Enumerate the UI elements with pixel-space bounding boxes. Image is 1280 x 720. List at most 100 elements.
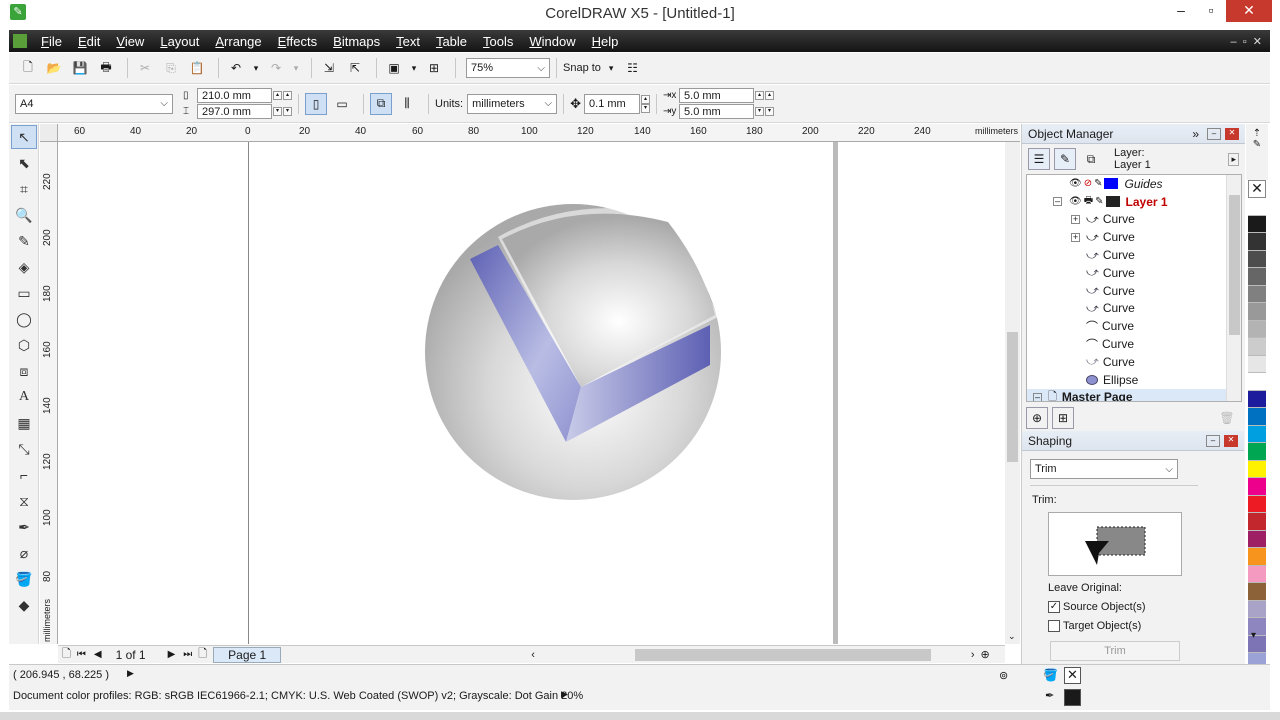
zoom-select[interactable]: 75% bbox=[466, 58, 550, 78]
palette-swatch[interactable] bbox=[1248, 600, 1266, 618]
horizontal-ruler[interactable]: 60 40 20 0 20 40 60 80 100 120 140 160 1… bbox=[40, 124, 1020, 142]
docker-tabs-strip[interactable]: ⇡ ✎ bbox=[1246, 124, 1268, 180]
tree-row-curve[interactable]: ⤻ Curve bbox=[1027, 246, 1241, 264]
nudge-input[interactable]: 0.1 mm bbox=[584, 93, 641, 114]
connector-tool-icon[interactable]: ⌐ bbox=[11, 463, 37, 487]
zoom-nav-icon[interactable]: ⊕ bbox=[981, 648, 990, 661]
hscroll-thumb[interactable] bbox=[634, 648, 931, 661]
prev-page-icon[interactable]: ◀ bbox=[94, 649, 102, 660]
snap-dropdown-icon[interactable]: ▾ bbox=[609, 63, 614, 74]
palette-expand-icon[interactable]: ⇡ bbox=[1246, 128, 1268, 139]
palette-swatch[interactable] bbox=[1248, 565, 1266, 583]
color-profiles-text[interactable]: Document color profiles: RGB: sRGB IEC61… bbox=[13, 690, 583, 702]
new-icon[interactable]: 🗋 bbox=[17, 57, 39, 79]
menu-effects[interactable]: Effects bbox=[278, 34, 318, 49]
palette-swatch[interactable] bbox=[1248, 303, 1266, 321]
profiles-flyout-icon[interactable]: ▶ bbox=[561, 689, 568, 700]
menu-edit[interactable]: Edit bbox=[78, 34, 100, 49]
basic-shapes-tool-icon[interactable]: ⧈ bbox=[11, 359, 37, 383]
tree-row-guides[interactable]: 👁 ⊘ ✎ Guides bbox=[1027, 175, 1241, 193]
palette-swatch[interactable] bbox=[1248, 583, 1266, 601]
trim-apply-button[interactable]: Trim bbox=[1050, 641, 1180, 661]
add-page-after-icon[interactable]: 🗋 bbox=[198, 645, 207, 664]
import-icon[interactable]: ⇲ bbox=[318, 57, 340, 79]
palette-swatch[interactable] bbox=[1248, 548, 1266, 566]
undo-icon[interactable]: ↶ bbox=[225, 57, 247, 79]
edit-icon[interactable]: ✎ bbox=[1095, 196, 1103, 207]
drawing-canvas[interactable] bbox=[58, 142, 1005, 644]
palette-swatch[interactable] bbox=[1248, 338, 1266, 356]
close-button[interactable]: ✕ bbox=[1226, 0, 1272, 22]
logo-artwork[interactable] bbox=[418, 197, 728, 507]
dup-y-spinner[interactable]: ▾ bbox=[755, 107, 765, 116]
palette-swatch[interactable] bbox=[1248, 460, 1266, 478]
page-tab[interactable]: Page 1 bbox=[213, 646, 282, 663]
app-launcher-icon[interactable]: ▣ bbox=[383, 57, 405, 79]
scroll-thumb[interactable] bbox=[1007, 332, 1018, 462]
coords-flyout-icon[interactable]: ▶ bbox=[127, 668, 134, 679]
current-page-icon[interactable]: ⫼ bbox=[396, 93, 418, 115]
tree-row-curve-group[interactable]: + ⤻ Curve bbox=[1027, 211, 1241, 229]
snap-to-dropdown[interactable]: Snap to bbox=[563, 62, 601, 74]
source-objects-option[interactable]: ✓ Source Object(s) bbox=[1048, 601, 1146, 613]
dup-x-input[interactable]: 5.0 mm bbox=[679, 88, 755, 103]
minimize-docker-icon[interactable]: – bbox=[1207, 127, 1221, 140]
options-icon[interactable]: ☷ bbox=[621, 57, 643, 79]
print-disabled-icon[interactable]: ⊘ bbox=[1084, 178, 1092, 189]
tree-row-curve-group[interactable]: + ⤻ Curve bbox=[1027, 228, 1241, 246]
menu-table[interactable]: Table bbox=[436, 34, 467, 49]
menu-file[interactable]: File bbox=[41, 34, 62, 49]
crop-tool-icon[interactable]: ⌗ bbox=[11, 177, 37, 201]
new-master-layer-icon[interactable]: ⊞ bbox=[1052, 407, 1074, 429]
save-icon[interactable]: 💾 bbox=[69, 57, 91, 79]
paste-icon[interactable]: 📋 bbox=[186, 57, 208, 79]
freehand-tool-icon[interactable]: ✎ bbox=[11, 229, 37, 253]
ellipse-tool-icon[interactable]: ◯ bbox=[11, 307, 37, 331]
minimize-shaping-icon[interactable]: – bbox=[1206, 434, 1220, 447]
palette-swatch[interactable] bbox=[1248, 408, 1266, 426]
close-docker-icon[interactable]: ✕ bbox=[1225, 127, 1239, 140]
tree-row-curve[interactable]: ⤻ Curve bbox=[1027, 264, 1241, 282]
shape-tool-icon[interactable]: ⬉ bbox=[11, 151, 37, 175]
menu-view[interactable]: View bbox=[116, 34, 144, 49]
redo-dropdown-icon[interactable]: ▾ bbox=[291, 57, 301, 79]
menu-bitmaps[interactable]: Bitmaps bbox=[333, 34, 380, 49]
expand-icon[interactable]: + bbox=[1071, 232, 1080, 242]
undo-dropdown-icon[interactable]: ▾ bbox=[251, 57, 261, 79]
tree-row-curve[interactable]: ⤻ Curve bbox=[1027, 282, 1241, 300]
palette-swatch[interactable] bbox=[1248, 320, 1266, 338]
palette-swatch[interactable] bbox=[1248, 530, 1266, 548]
zoom-tool-icon[interactable]: 🔍 bbox=[11, 203, 37, 227]
tree-scrollbar[interactable] bbox=[1226, 175, 1241, 401]
target-checkbox[interactable] bbox=[1048, 620, 1060, 632]
outline-tool-icon[interactable]: ⌀ bbox=[11, 541, 37, 565]
hscroll-right-icon[interactable]: › bbox=[971, 649, 975, 661]
dimension-tool-icon[interactable]: ⤡ bbox=[11, 437, 37, 461]
hscroll-left-icon[interactable]: ‹ bbox=[531, 649, 535, 661]
dup-y-input[interactable]: 5.0 mm bbox=[679, 104, 755, 119]
polygon-tool-icon[interactable]: ⬡ bbox=[11, 333, 37, 357]
palette-swatch[interactable] bbox=[1248, 443, 1266, 461]
tree-row-curve[interactable]: ⤻ Curve bbox=[1027, 300, 1241, 318]
close-shaping-icon[interactable]: ✕ bbox=[1224, 434, 1238, 447]
palette-swatch[interactable] bbox=[1248, 233, 1266, 251]
palette-swatch[interactable] bbox=[1248, 215, 1266, 233]
palette-swatch[interactable] bbox=[1248, 355, 1266, 373]
palette-options-icon[interactable]: ✎ bbox=[1246, 139, 1268, 150]
add-page-before-icon[interactable]: 🗋 bbox=[62, 645, 71, 664]
expand-docker-icon[interactable]: » bbox=[1192, 127, 1199, 141]
shaping-mode-select[interactable]: Trim bbox=[1030, 459, 1178, 479]
units-select[interactable]: millimeters bbox=[467, 93, 558, 114]
launcher-dropdown-icon[interactable]: ▾ bbox=[409, 57, 419, 79]
outline-color-swatch[interactable] bbox=[1064, 689, 1081, 706]
menu-help[interactable]: Help bbox=[592, 34, 619, 49]
delete-icon[interactable]: 🗑 bbox=[1216, 407, 1238, 429]
last-page-icon[interactable]: ⏭ bbox=[183, 649, 192, 660]
all-pages-icon[interactable]: ⧉ bbox=[370, 92, 392, 115]
page-width-input[interactable]: 210.0 mm bbox=[197, 88, 272, 103]
page-size-select[interactable]: A4 bbox=[15, 93, 173, 114]
palette-swatch[interactable] bbox=[1248, 478, 1266, 496]
welcome-screen-icon[interactable]: ⊞ bbox=[423, 57, 445, 79]
smart-fill-tool-icon[interactable]: ◈ bbox=[11, 255, 37, 279]
vertical-scrollbar[interactable]: ⌄ bbox=[1005, 142, 1020, 644]
